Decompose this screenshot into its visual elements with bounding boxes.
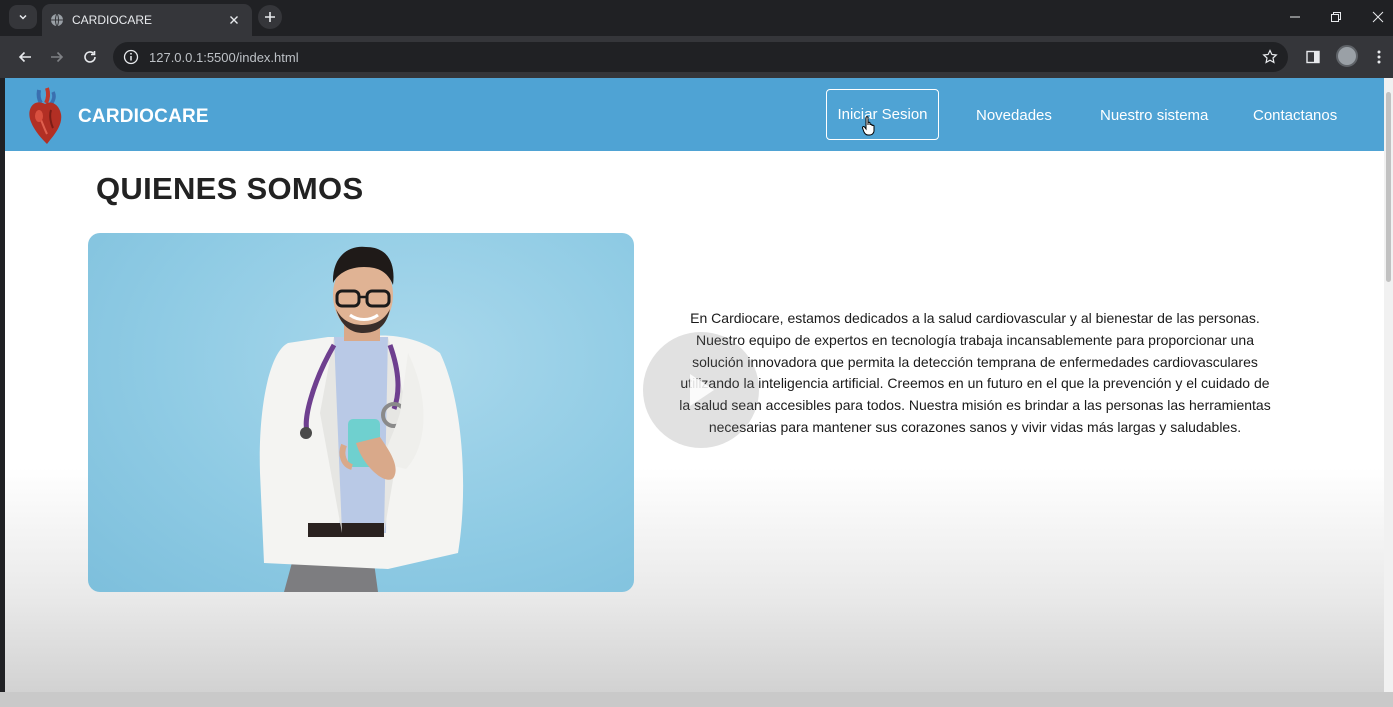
menu-button[interactable] [1367,45,1391,69]
more-vertical-icon [1377,50,1381,64]
hand-cursor-icon [862,116,875,136]
nav-link-system[interactable]: Nuestro sistema [1100,107,1208,124]
site-navbar: CARDIOCARE Iniciar Sesion Novedades Nues… [5,78,1384,151]
tab-title: CARDIOCARE [72,13,153,27]
about-description: En Cardiocare, estamos dedicados a la sa… [679,310,1271,435]
reload-icon [84,51,96,63]
doctor-illustration [259,246,464,592]
restore-icon [1331,12,1341,22]
browser-toolbar: 127.0.0.1:5500/index.html [0,36,1393,78]
bookmark-star-icon[interactable] [1262,49,1278,65]
forward-button[interactable] [45,45,69,69]
restore-button[interactable] [1324,6,1348,28]
doctor-image [88,233,634,592]
address-bar[interactable]: 127.0.0.1:5500/index.html [113,42,1288,72]
page-scrollbar[interactable] [1384,78,1393,692]
plus-icon [265,12,275,22]
reload-button[interactable] [78,45,102,69]
close-window-button[interactable] [1366,6,1390,28]
globe-icon [51,13,63,27]
arrow-left-icon [18,51,31,63]
nav-link-news[interactable]: Novedades [976,107,1052,124]
url-text[interactable]: 127.0.0.1:5500/index.html [149,50,299,65]
close-icon [1372,11,1384,23]
minimize-icon [1290,16,1300,18]
video-bottom-strip [0,692,1393,707]
nav-link-contact[interactable]: Contactanos [1253,107,1337,124]
nav-login-button[interactable]: Iniciar Sesion [826,89,939,140]
browser-tab-active[interactable]: CARDIOCARE [42,4,252,36]
browser-tab-strip: CARDIOCARE [0,0,1393,36]
video-play-overlay[interactable] [643,332,759,448]
info-icon[interactable] [123,49,139,65]
heart-logo-icon[interactable] [25,86,65,146]
back-button[interactable] [13,45,37,69]
profile-avatar[interactable] [1336,45,1358,67]
page-viewport: CARDIOCARE Iniciar Sesion Novedades Nues… [5,78,1384,692]
close-tab-icon[interactable] [226,12,242,28]
chevron-down-icon [19,14,27,20]
new-tab-button[interactable] [258,5,282,29]
arrow-right-icon [51,51,64,63]
tab-search-button[interactable] [9,5,37,29]
side-panel-button[interactable] [1301,45,1325,69]
brand-name[interactable]: CARDIOCARE [78,106,209,128]
scrollbar-thumb[interactable] [1386,92,1391,282]
minimize-button[interactable] [1283,6,1307,28]
play-icon [690,374,714,406]
side-panel-icon [1306,50,1320,64]
about-title: QUIENES SOMOS [96,171,364,206]
